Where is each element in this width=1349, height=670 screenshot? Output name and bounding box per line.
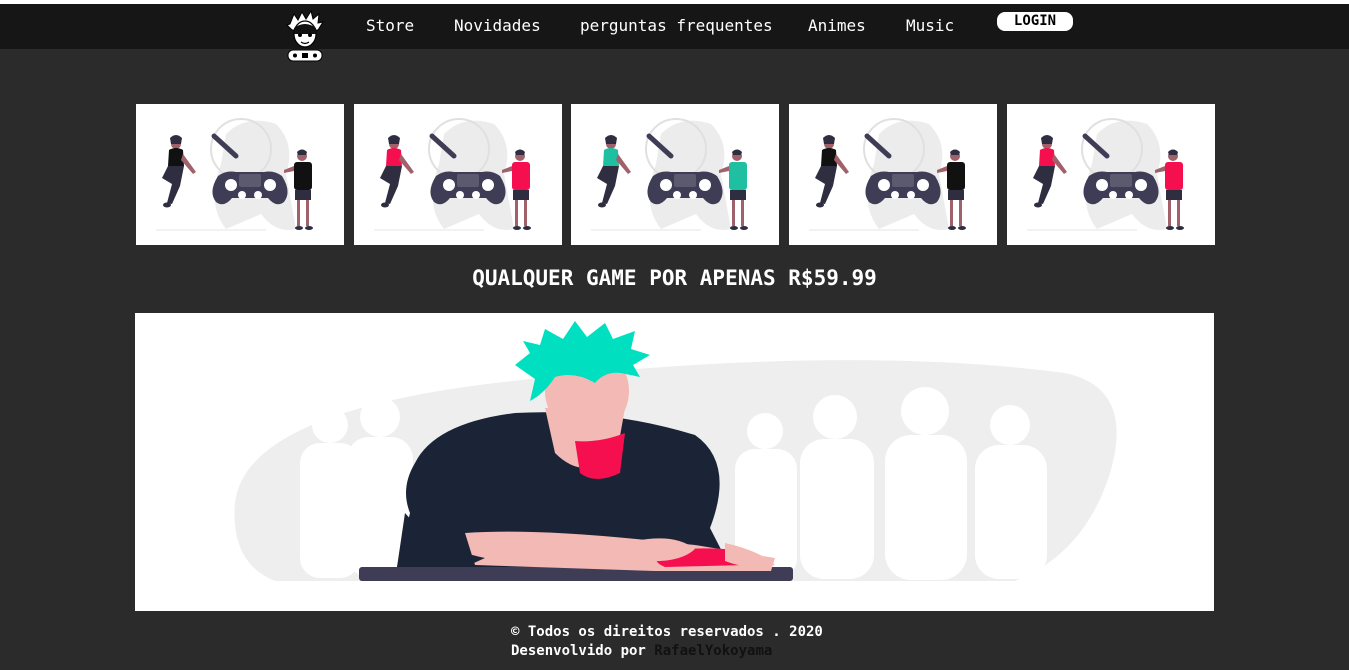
copyright-text: © Todos os direitos reservados . 2020 [511,624,823,640]
nav-link-store[interactable]: Store [366,16,414,35]
gamers-illustration [809,118,966,231]
gamer-illustration [234,321,1117,581]
logo-icon[interactable] [284,9,326,64]
footer: © Todos os direitos reservados . 2020 De… [511,623,823,661]
nav-link-music[interactable]: Music [906,16,954,35]
login-button[interactable]: LOGIN [997,12,1073,31]
nav-link-faq[interactable]: perguntas frequentes [580,16,773,35]
nav-link-animes[interactable]: Animes [808,16,866,35]
promo-headline: QUALQUER GAME POR APENAS R$59.99 [472,266,877,290]
hero-banner [135,313,1214,611]
game-card[interactable] [571,104,779,245]
developer-credit: Desenvolvido por RafaelYokoyama [511,642,823,661]
game-card[interactable] [1007,104,1215,245]
gamers-illustration [374,118,531,231]
game-card[interactable] [789,104,997,245]
gamers-illustration [591,118,748,231]
developer-link[interactable]: RafaelYokoyama [654,643,772,659]
nav-link-novidades[interactable]: Novidades [454,16,541,35]
navbar: Store Novidades perguntas frequentes Ani… [0,4,1349,62]
gamers-illustration [156,118,313,231]
developer-prefix: Desenvolvido por [511,643,655,659]
gamers-illustration [1027,118,1184,231]
game-card[interactable] [354,104,562,245]
game-card[interactable] [136,104,344,245]
